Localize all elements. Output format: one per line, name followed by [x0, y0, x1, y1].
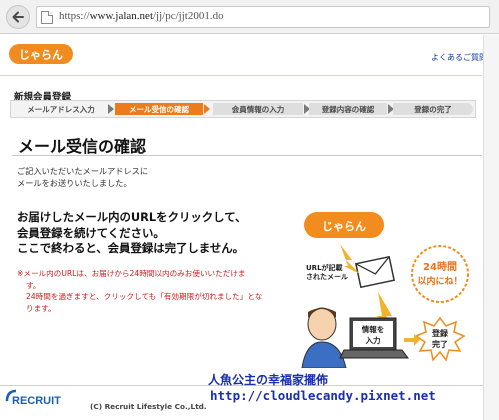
watermark: 人魚公主の幸福家擺佈 http://cloudlecandy.pixnet.ne…: [208, 372, 436, 404]
scrollbar[interactable]: [483, 35, 499, 420]
step-complete: 登録の完了: [393, 103, 473, 115]
svg-text:RECRUIT: RECRUIT: [12, 395, 61, 407]
svg-text:以内にね！: 以内にね！: [417, 275, 462, 287]
step-arrow-icon: [108, 104, 114, 114]
registration-steps: メールアドレス入力 メール受信の確認 会員情報の入力 登録内容の確認 登録の完了: [10, 100, 476, 118]
title-divider: [12, 155, 482, 156]
faq-link[interactable]: よくあるご質問: [431, 52, 487, 63]
svg-text:登録: 登録: [431, 328, 449, 338]
header-divider: [0, 75, 482, 76]
svg-text:24時間: 24時間: [423, 260, 457, 273]
back-arrow-icon: [12, 11, 24, 23]
step-review: 登録内容の確認: [309, 103, 387, 115]
page-title: メール受信の確認: [18, 137, 147, 156]
intro-line: ご記入いただいたメールアドレスに: [17, 166, 149, 176]
url-text[interactable]: https://www.jalan.net/jj/pc/jjt2001.do: [59, 10, 224, 22]
mail-caption: されたメール: [306, 272, 348, 281]
mail-caption: URLが記載: [306, 263, 343, 272]
recruit-logo: RECRUIT: [5, 389, 61, 407]
illustration-logo: じゃらん: [304, 212, 384, 238]
step-arrow-icon: [204, 104, 210, 114]
address-bar[interactable]: https://www.jalan.net/jj/pc/jjt2001.do: [36, 6, 490, 28]
envelope-icon: [354, 255, 396, 289]
step-member-info: 会員情報の入力: [213, 103, 303, 115]
intro-text: ご記入いただいたメールアドレスに メールをお送りいたしました。: [17, 165, 148, 189]
step-email-input: メールアドレス入力: [27, 104, 95, 114]
warning-line: す。: [26, 280, 41, 290]
notice-line: お届けしたメール内のURLをクリックして、: [17, 210, 247, 224]
svg-text:情報を: 情報を: [361, 324, 385, 334]
jalan-logo[interactable]: じゃらん: [8, 41, 74, 67]
notice-text: お届けしたメール内のURLをクリックして、 会員登録を続けてください。 ここで終…: [17, 210, 246, 257]
warning-line: ります。: [26, 303, 56, 313]
svg-text:じゃらん: じゃらん: [322, 220, 366, 233]
watermark-line: http://cloudlecandy.pixnet.net: [210, 388, 436, 403]
svg-text:じゃらん: じゃらん: [19, 49, 63, 62]
registration-illustration: じゃらん URLが記載 されたメール 24時間 以内にね！ 情報を 入力 登録 …: [301, 212, 469, 368]
laptop-icon: 情報を 入力: [339, 317, 409, 359]
svg-text:完了: 完了: [432, 339, 448, 349]
svg-text:入力: 入力: [365, 335, 381, 345]
notice-line: 会員登録を続けてください。: [17, 225, 165, 240]
deadline-badge: 24時間 以内にね！: [411, 245, 469, 303]
copyright-text: (C) Recruit Lifestyle Co.,Ltd.: [90, 402, 207, 411]
back-button[interactable]: [6, 5, 30, 29]
intro-line: メールをお送りいたしました。: [17, 178, 132, 188]
step-mail-confirm: メール受信の確認: [115, 103, 203, 115]
browser-toolbar: https://www.jalan.net/jj/pc/jjt2001.do: [0, 0, 499, 34]
site-header: じゃらん よくあるご質問: [0, 35, 499, 75]
notice-line: ここで終わると、会員登録は完了しません。: [17, 241, 245, 255]
warning-line: 24時間を過ぎますと、クリックしても「有効期限が切れました」とな: [26, 292, 263, 301]
expiry-warning: ※メール内のURLは、お届けから24時間以内のみお使いいただけま す。 24時間…: [17, 268, 307, 314]
warning-line: ※メール内のURLは、お届けから24時間以内のみお使いいただけま: [17, 269, 246, 278]
watermark-line: 人魚公主の幸福家擺佈: [208, 373, 329, 387]
page-icon: [41, 11, 53, 24]
person-icon: [301, 307, 347, 368]
complete-badge: 登録 完了: [414, 316, 466, 362]
